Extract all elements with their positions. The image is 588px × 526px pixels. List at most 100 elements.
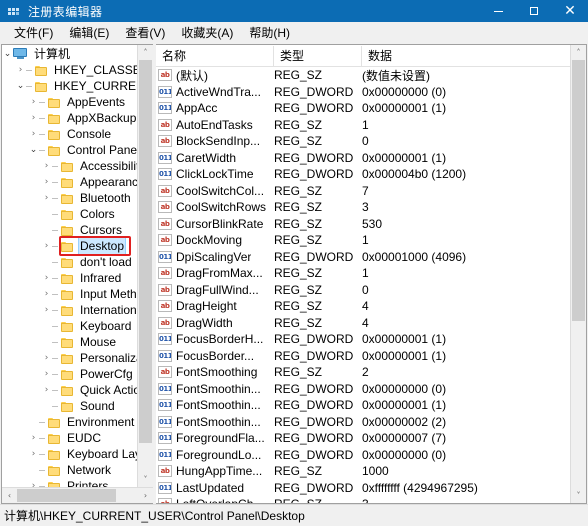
tree-node[interactable]: › HKEY_CLASSES_ROOT [2, 62, 137, 78]
tree-node[interactable]: › Bluetooth [2, 190, 137, 206]
value-row[interactable]: ab DragWidth REG_SZ 4 [156, 315, 570, 332]
value-row[interactable]: ab AutoEndTasks REG_SZ 1 [156, 117, 570, 134]
values-scroll-up-button[interactable]: ˄ [571, 45, 586, 60]
tree-node[interactable]: · Sound [2, 398, 137, 414]
chevron-down-icon[interactable]: ⌄ [28, 142, 39, 158]
tree-node[interactable]: · Mouse [2, 334, 137, 350]
tree-node[interactable]: › International [2, 302, 137, 318]
menu-favorites[interactable]: 收藏夹(A) [173, 22, 241, 44]
tree-scroll-down-button[interactable]: ˅ [138, 472, 153, 487]
tree-hscroll-thumb[interactable] [17, 489, 117, 502]
value-row[interactable]: ab DockMoving REG_SZ 1 [156, 232, 570, 249]
tree-node[interactable]: · Environment [2, 414, 137, 430]
tree-node[interactable]: · Cursors [2, 222, 137, 238]
value-row[interactable]: 011 ActiveWndTra... REG_DWORD 0x00000000 (0… [156, 84, 570, 101]
chevron-right-icon[interactable]: › [41, 174, 52, 190]
value-row[interactable]: ab FontSmoothing REG_SZ 2 [156, 364, 570, 381]
tree-node[interactable]: › Quick Actions [2, 382, 137, 398]
value-row[interactable]: ab CoolSwitchRows REG_SZ 3 [156, 199, 570, 216]
tree-node[interactable]: · don't load [2, 254, 137, 270]
chevron-right-icon[interactable]: › [41, 382, 52, 398]
tree-node[interactable]: › Personalization [2, 350, 137, 366]
tree-node[interactable]: ⌄ HKEY_CURRENT_USER [2, 78, 137, 94]
tree-hscroll-track[interactable] [17, 488, 138, 503]
chevron-right-icon[interactable]: › [41, 350, 52, 366]
values-vertical-scrollbar[interactable]: ˄ ˅ [570, 45, 586, 503]
close-button[interactable]: ✕ [552, 0, 588, 23]
column-header-type[interactable]: 类型 [274, 45, 362, 66]
tree-node[interactable]: › AppXBackupConter [2, 110, 137, 126]
chevron-right-icon[interactable]: › [41, 190, 52, 206]
tree-vertical-scrollbar[interactable]: ˄ ˅ [137, 45, 153, 487]
chevron-right-icon[interactable]: › [41, 238, 52, 254]
value-row[interactable]: 011 LastUpdated REG_DWORD 0xffffffff (42949… [156, 480, 570, 497]
tree-node[interactable]: › PowerCfg [2, 366, 137, 382]
tree-node[interactable]: › EUDC [2, 430, 137, 446]
tree-scroll-left-button[interactable]: ‹ [2, 488, 17, 503]
chevron-right-icon[interactable]: › [15, 62, 26, 78]
value-row[interactable]: ab DragHeight REG_SZ 4 [156, 298, 570, 315]
chevron-right-icon[interactable]: › [28, 446, 39, 462]
value-row[interactable]: ab BlockSendInp... REG_SZ 0 [156, 133, 570, 150]
tree-node[interactable]: · Colors [2, 206, 137, 222]
chevron-right-icon[interactable]: › [41, 286, 52, 302]
tree-node[interactable]: › Desktop [2, 237, 137, 255]
tree-node[interactable]: › AppEvents [2, 94, 137, 110]
value-row[interactable]: ab DragFromMax... REG_SZ 1 [156, 265, 570, 282]
menu-help[interactable]: 帮助(H) [241, 22, 298, 44]
chevron-right-icon[interactable]: › [28, 478, 39, 487]
tree-horizontal-scrollbar[interactable]: ‹ › [2, 487, 153, 503]
chevron-down-icon[interactable]: ⌄ [2, 46, 13, 62]
value-row[interactable]: 011 FontSmoothin... REG_DWORD 0x00000001 (1… [156, 397, 570, 414]
tree-node[interactable]: · Network [2, 462, 137, 478]
value-row[interactable]: 011 FocusBorder... REG_DWORD 0x00000001 (1) [156, 348, 570, 365]
chevron-down-icon[interactable]: ⌄ [15, 78, 26, 94]
value-row[interactable]: 011 FontSmoothin... REG_DWORD 0x00000002 (2… [156, 414, 570, 431]
value-row[interactable]: 011 ForegroundFla... REG_DWORD 0x00000007 (… [156, 430, 570, 447]
value-row[interactable]: ab DragFullWind... REG_SZ 0 [156, 282, 570, 299]
chevron-right-icon[interactable]: › [41, 158, 52, 174]
chevron-right-icon[interactable]: › [28, 126, 39, 142]
values-scroll-track[interactable] [571, 60, 586, 488]
values-list[interactable]: ab (默认) REG_SZ (数值未设置) 011 ActiveWndTra... REG… [156, 67, 570, 503]
value-row[interactable]: ab HungAppTime... REG_SZ 1000 [156, 463, 570, 480]
tree-node[interactable]: ⌄ 计算机 [2, 46, 137, 62]
tree-node[interactable]: › Accessibility [2, 158, 137, 174]
registry-tree[interactable]: ⌄ 计算机 › HKEY_CLASSES_ROOT ⌄ HKEY_CURRENT_USER… [2, 45, 137, 487]
chevron-right-icon[interactable]: › [28, 110, 39, 126]
value-row[interactable]: 011 CaretWidth REG_DWORD 0x00000001 (1) [156, 150, 570, 167]
value-row[interactable]: ab LeftOverlapCh... REG_SZ3 [156, 496, 570, 503]
tree-node[interactable]: ⌄ Control Panel [2, 142, 137, 158]
minimize-button[interactable] [480, 0, 516, 22]
tree-node[interactable]: › Keyboard Layout [2, 446, 137, 462]
tree-scroll-up-button[interactable]: ˄ [138, 45, 153, 60]
tree-node[interactable]: › Input Method [2, 286, 137, 302]
value-row[interactable]: 011 DpiScalingVer REG_DWORD 0x00001000 (409… [156, 249, 570, 266]
tree-scroll-track[interactable] [138, 60, 153, 472]
tree-node[interactable]: › Appearance [2, 174, 137, 190]
menu-edit[interactable]: 编辑(E) [61, 22, 117, 44]
tree-scroll-thumb[interactable] [139, 60, 152, 444]
chevron-right-icon[interactable]: › [28, 94, 39, 110]
menu-view[interactable]: 查看(V) [117, 22, 173, 44]
value-row[interactable]: ab CoolSwitchCol... REG_SZ 7 [156, 183, 570, 200]
chevron-right-icon[interactable]: › [41, 366, 52, 382]
value-row[interactable]: 011 FontSmoothin... REG_DWORD 0x00000000 (0… [156, 381, 570, 398]
chevron-right-icon[interactable]: › [28, 430, 39, 446]
chevron-right-icon[interactable]: › [41, 302, 52, 318]
tree-node[interactable]: › Infrared [2, 270, 137, 286]
column-header-data[interactable]: 数据 [362, 46, 570, 66]
value-row[interactable]: 011 AppAcc REG_DWORD 0x00000001 (1) [156, 100, 570, 117]
value-row[interactable]: ab CursorBlinkRate REG_SZ 530 [156, 216, 570, 233]
column-header-name[interactable]: 名称 [156, 45, 274, 66]
tree-scroll-right-button[interactable]: › [138, 488, 153, 503]
value-row[interactable]: 011 FocusBorderH... REG_DWORD 0x00000001 (1… [156, 331, 570, 348]
values-scroll-thumb[interactable] [572, 60, 585, 322]
value-row[interactable]: 011 ClickLockTime REG_DWORD 0x000004b0 (120… [156, 166, 570, 183]
chevron-right-icon[interactable]: › [41, 270, 52, 286]
values-scroll-down-button[interactable]: ˅ [571, 488, 586, 503]
menu-file[interactable]: 文件(F) [6, 22, 61, 44]
tree-node[interactable]: › Console [2, 126, 137, 142]
value-row[interactable]: 011 ForegroundLo... REG_DWORD 0x00000000 (0… [156, 447, 570, 464]
value-row[interactable]: ab (默认) REG_SZ (数值未设置) [156, 67, 570, 84]
